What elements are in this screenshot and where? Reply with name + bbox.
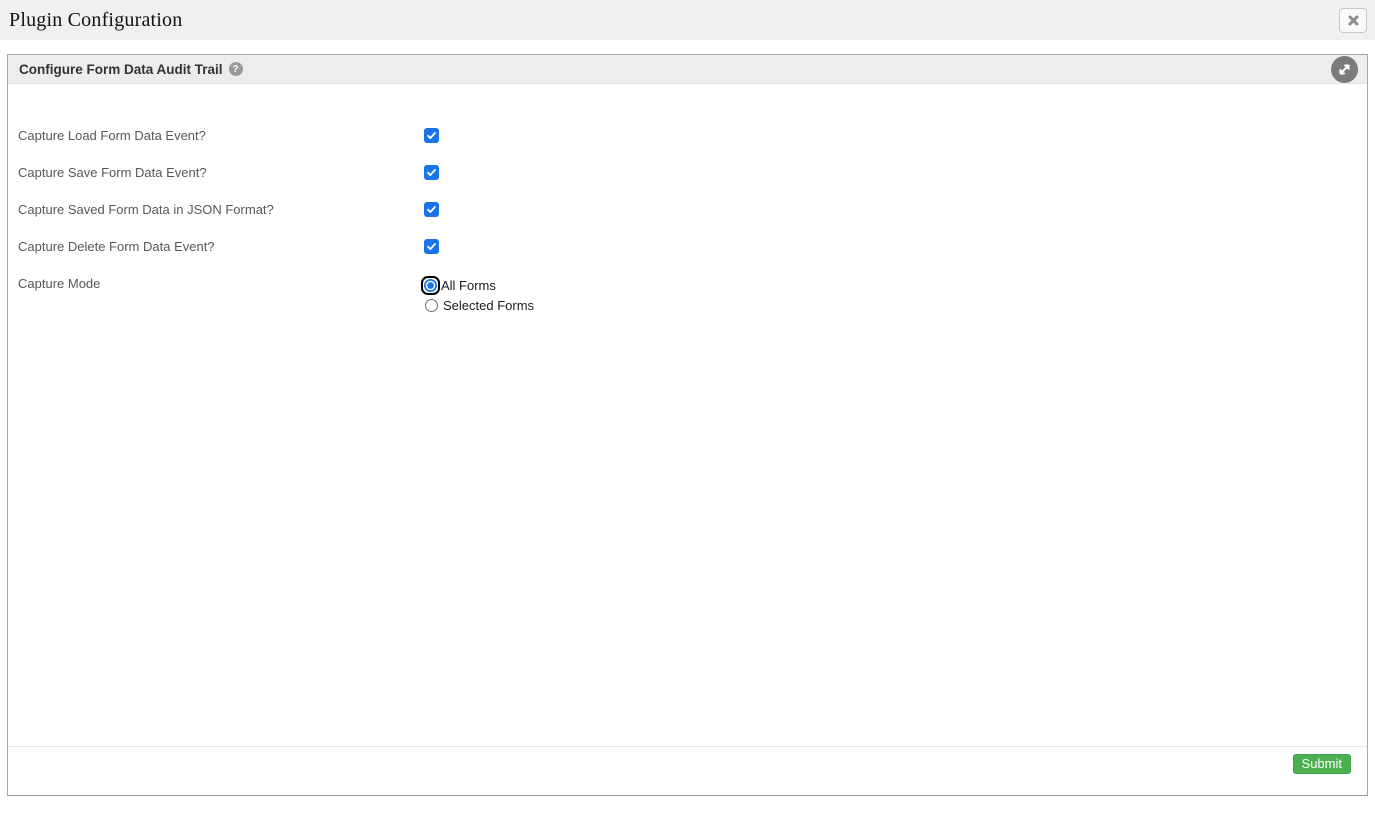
window-titlebar: Plugin Configuration <box>0 0 1375 40</box>
panel-header: Configure Form Data Audit Trail ? <box>8 55 1367 84</box>
capture-mode-radio-group: All Forms Selected Forms <box>421 276 534 315</box>
radio-option-selected-forms[interactable]: Selected Forms <box>424 296 534 315</box>
help-icon[interactable]: ? <box>228 62 243 76</box>
capture-mode-label: Capture Mode <box>18 276 101 291</box>
capture-delete-label: Capture Delete Form Data Event? <box>18 239 215 254</box>
capture-json-checkbox[interactable] <box>424 202 439 217</box>
form-body: Capture Load Form Data Event? Capture Sa… <box>8 84 1367 746</box>
radio-unselected-icon <box>425 299 438 312</box>
expand-icon <box>1336 61 1353 78</box>
close-icon <box>1347 14 1360 27</box>
form-row-capture-mode: Capture Mode All Forms Selected Forms <box>18 276 1367 315</box>
radio-option-all-forms[interactable]: All Forms <box>421 276 534 295</box>
capture-json-label: Capture Saved Form Data in JSON Format? <box>18 202 274 217</box>
form-row-capture-save: Capture Save Form Data Event? <box>18 165 1367 181</box>
form-row-capture-load: Capture Load Form Data Event? <box>18 128 1367 144</box>
capture-load-checkbox[interactable] <box>424 128 439 143</box>
expand-button[interactable] <box>1331 56 1358 83</box>
close-button[interactable] <box>1339 7 1367 33</box>
panel-title: Configure Form Data Audit Trail <box>19 61 223 77</box>
radio-all-forms-label: All Forms <box>441 278 496 293</box>
configure-panel: Configure Form Data Audit Trail ? Captur… <box>7 54 1368 796</box>
form-row-capture-json: Capture Saved Form Data in JSON Format? <box>18 202 1367 218</box>
page-title: Plugin Configuration <box>9 8 183 31</box>
capture-save-label: Capture Save Form Data Event? <box>18 165 207 180</box>
capture-delete-checkbox[interactable] <box>424 239 439 254</box>
capture-load-label: Capture Load Form Data Event? <box>18 128 206 143</box>
radio-selected-forms-label: Selected Forms <box>443 298 535 313</box>
submit-button[interactable]: Submit <box>1292 754 1351 774</box>
panel-footer: Submit <box>8 746 1367 795</box>
form-row-capture-delete: Capture Delete Form Data Event? <box>18 239 1367 255</box>
radio-focus-ring <box>421 276 440 295</box>
capture-save-checkbox[interactable] <box>424 165 439 180</box>
radio-selected-icon <box>424 279 437 292</box>
